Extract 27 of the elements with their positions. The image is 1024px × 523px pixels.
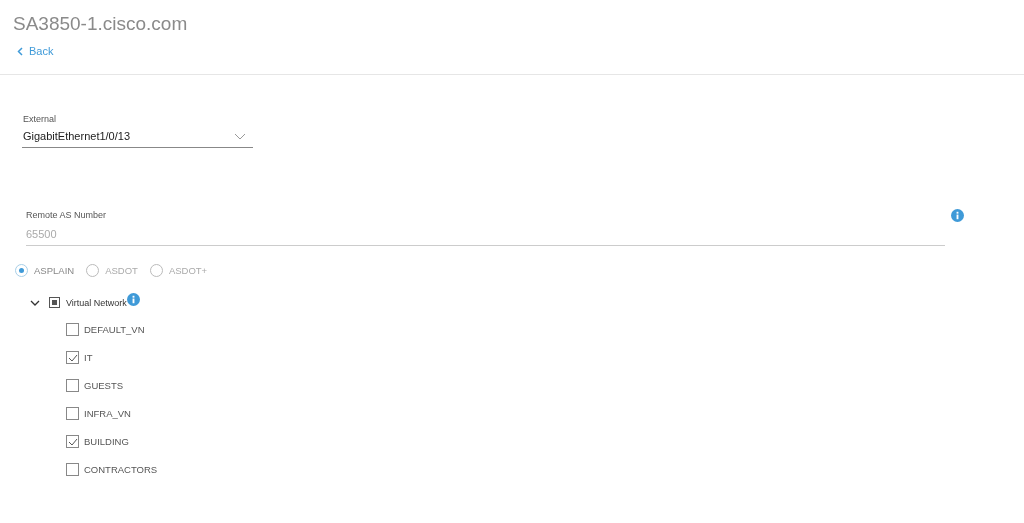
checkbox[interactable] [66,323,79,336]
radio-button[interactable]: ASDOT+ [149,264,208,277]
checkbox[interactable] [66,379,79,392]
checkbox[interactable] [66,407,79,420]
chevron-down-icon[interactable] [30,299,40,306]
checkbox[interactable] [66,435,79,448]
checkbox[interactable] [66,351,79,364]
page-title: SA3850-1.cisco.com [13,12,188,36]
checkbox-label: DEFAULT_VN [84,324,145,335]
checkbox-label: INFRA_VN [84,408,131,419]
checkbox[interactable] [66,463,79,476]
info-icon[interactable] [126,293,140,306]
checkbox-label: BUILDING [84,436,129,447]
field-label: External [23,113,58,125]
tree-label: Virtual Network [66,297,127,308]
field-label: Remote AS Number [26,209,108,221]
radio-button[interactable]: ASDOT [86,264,138,277]
info-icon[interactable] [951,209,964,222]
chevron-left-icon [17,46,23,56]
chevron-down-icon [234,132,246,140]
checkbox-label: GUESTS [84,380,124,391]
interface-select[interactable]: GigabitEthernet1/0/13 [22,125,253,148]
checkbox[interactable] [49,297,60,308]
back-link[interactable]: Back [17,44,54,58]
checkbox-label: IT [84,352,93,363]
checkbox-label: CONTRACTORS [84,464,158,475]
radio-button[interactable]: ASPLAIN [15,264,75,277]
